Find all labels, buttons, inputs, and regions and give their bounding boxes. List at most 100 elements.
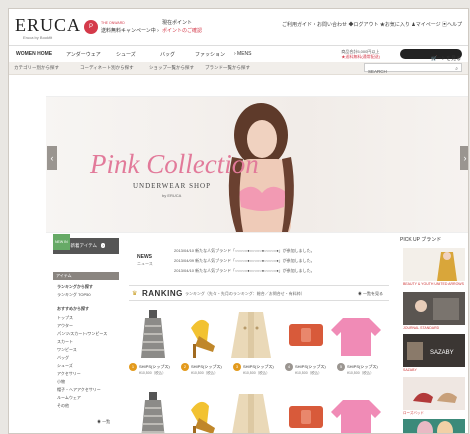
- sidebar-cat-item[interactable]: ルームウェア: [57, 395, 81, 401]
- product-image-sandal[interactable]: [191, 401, 215, 434]
- sidebar-cat-item[interactable]: バッグ: [57, 355, 69, 361]
- ranking-title: RANKING: [142, 289, 183, 298]
- sidebar-cat-header: おすすめから探す: [57, 306, 89, 311]
- utility-links[interactable]: ご利用ガイド・お問い合わせ ◆ログアウト ★お気に入り ♟マイページ ▣ヘルプ: [282, 21, 462, 28]
- subnav-category[interactable]: カテゴリー別から探す: [14, 65, 59, 71]
- sidebar-cat-item[interactable]: 小物: [57, 379, 65, 385]
- brand-caption[interactable]: BEAUTY & YOUTH UNITED ARROWS: [403, 282, 464, 286]
- product-image-sweater[interactable]: [331, 318, 381, 356]
- sidebar-section-item: アイテム: [53, 272, 119, 280]
- product-image-coat[interactable]: [231, 312, 271, 358]
- campaign-banner[interactable]: P THE ONWARD 送料無料キャンペーン中 ›: [84, 20, 159, 34]
- product-image-coat[interactable]: [231, 394, 271, 434]
- hero-banner[interactable]: Pink Collection UNDERWEAR SHOP by ERUCA: [46, 96, 468, 233]
- product-price: ¥10,500（税込）: [347, 371, 374, 375]
- ranking-more-link[interactable]: ◉ 一覧を見る: [358, 291, 383, 297]
- pickup-brands: PICK UP ブランド BEAUTY & YOUTH UNITED ARROW…: [396, 236, 468, 433]
- sidebar-cat-item[interactable]: パンツ/スカート/ワンピース: [57, 331, 107, 337]
- product-price: ¥10,500（税込）: [139, 371, 166, 375]
- site-header: ERUCA Eruca by Bookfit P THE ONWARD 送料無料…: [9, 9, 468, 45]
- news-sublabel: ニュース: [137, 261, 153, 266]
- ranking-product-images: [141, 310, 381, 358]
- product-price: ¥10,500（税込）: [243, 371, 270, 375]
- news-row[interactable]: 2013/04/09 新たな人気ブランド「○○○○○●○○○○○●○○○○○●」…: [174, 258, 315, 264]
- product-name[interactable]: SHIPS(シップス): [347, 364, 378, 370]
- sidebar-cat-item[interactable]: シューズ: [57, 363, 73, 369]
- news-row[interactable]: 2013/04/10 新たな人気ブランド「○○○○○●○○○○○●○○○○○●」…: [174, 268, 315, 274]
- nav-mens[interactable]: › MENS: [234, 51, 252, 57]
- main-content: NEWS ニュース 2013/04/10 新たな人気ブランド「○○○○○●○○○…: [129, 236, 389, 434]
- subnav-coordinate[interactable]: コーディネート別から探す: [80, 65, 134, 71]
- nav-fashion[interactable]: ファッション: [195, 51, 225, 58]
- brand-banner-image[interactable]: [403, 377, 465, 410]
- nav-bags[interactable]: バッグ: [160, 51, 175, 58]
- campaign-badge: P: [84, 20, 98, 34]
- product-image-wallet[interactable]: [289, 324, 323, 346]
- left-sidebar: NEW IN 本日の新着アイテム › アイテム ランキングから探す ランキング …: [53, 234, 119, 433]
- subnav-brands[interactable]: ブランド一覧から探す: [205, 65, 250, 71]
- brand-caption[interactable]: JOURNAL STANDARD: [403, 326, 439, 330]
- brand-banner-image[interactable]: SAZABY: [403, 334, 465, 367]
- sidebar-cat-item[interactable]: アクセサリー: [57, 371, 81, 377]
- sidebar-cat-item[interactable]: トップス: [57, 315, 73, 321]
- new-items-button[interactable]: NEW IN 本日の新着アイテム ›: [53, 234, 119, 254]
- crown-icon: ♛: [132, 291, 138, 297]
- sidebar-cat-item[interactable]: アウター: [57, 323, 73, 329]
- hero-prev-arrow[interactable]: ‹: [47, 146, 57, 170]
- brand-banner-image[interactable]: [403, 292, 465, 325]
- sidebar-ranking-link[interactable]: ランキングから探す: [57, 284, 93, 290]
- cart-button[interactable]: 🛒 カートを見る: [400, 49, 462, 62]
- ranking-subtitle: ランキング（先々・先月のランキング：総合／お問合せ・有料枠）: [185, 291, 305, 296]
- member-points-link[interactable]: ポイントのご確認: [162, 27, 202, 34]
- member-points-label: 現在ポイント: [162, 20, 193, 26]
- product-name[interactable]: SHIPS(シップス): [243, 364, 274, 370]
- subnav-shops[interactable]: ショップ一覧から探す: [149, 65, 194, 71]
- hero-next-arrow[interactable]: ›: [460, 146, 468, 170]
- product-image-wallet[interactable]: [289, 406, 323, 428]
- product-image-sweater[interactable]: [331, 400, 381, 434]
- brand-banner-logo: SAZABY: [430, 350, 454, 356]
- campaign-text: 送料無料キャンペーン中 ›: [101, 28, 159, 34]
- hero-title: Pink Collection: [90, 149, 259, 179]
- product-name[interactable]: SHIPS(シップス): [295, 364, 326, 370]
- product-image-dress[interactable]: [141, 392, 165, 434]
- sidebar-cat-item[interactable]: スカート: [57, 339, 73, 345]
- hero-subtitle: UNDERWEAR SHOP: [133, 182, 211, 190]
- sidebar-cat-item[interactable]: その他: [57, 403, 69, 409]
- browser-page: ERUCA Eruca by Bookfit P THE ONWARD 送料無料…: [8, 8, 469, 434]
- new-tag: NEW IN: [53, 234, 70, 250]
- hero-brand: by ERUCA: [162, 193, 182, 198]
- sub-nav: カテゴリー別から探す コーディネート別から探す ショップ一覧から探す ブランド一…: [9, 62, 468, 75]
- nav-shoes[interactable]: シューズ: [116, 51, 136, 58]
- brand-caption[interactable]: ローズバッド: [403, 411, 424, 416]
- rank-badge: 1: [129, 363, 137, 371]
- rank-badge: 3: [233, 363, 241, 371]
- search-placeholder: SEARCH: [368, 69, 387, 74]
- search-icon[interactable]: ⌕: [455, 65, 458, 74]
- ranking-product-images-row2: [141, 392, 381, 434]
- rank-badge: 2: [181, 363, 189, 371]
- pickup-title: PICK UP ブランド: [400, 237, 442, 243]
- chevron-right-icon: ›: [101, 243, 105, 248]
- ranking-header: ♛ RANKING ランキング（先々・先月のランキング：総合／お問合せ・有料枠）…: [129, 285, 389, 301]
- nav-women-home[interactable]: WOMEN HOME: [16, 51, 52, 57]
- sidebar-cat-item[interactable]: 帽子・ヘアアクセサリー: [57, 387, 101, 393]
- product-price: ¥10,500（税込）: [191, 371, 218, 375]
- shipping-notice: 商品合計5,000円以上 ★送料無料(通常配送): [341, 49, 380, 59]
- site-logo[interactable]: ERUCA: [15, 15, 81, 36]
- nav-underwear[interactable]: アンダーウェア: [66, 51, 101, 58]
- product-image-sandal[interactable]: [191, 319, 215, 358]
- search-input[interactable]: SEARCH ⌕: [364, 63, 462, 74]
- sidebar-ranking-top50[interactable]: ランキング TOP50: [57, 292, 91, 298]
- campaign-line1: THE ONWARD: [101, 21, 125, 25]
- product-image-dress[interactable]: [141, 310, 165, 358]
- brand-banner-image[interactable]: [403, 248, 465, 281]
- sidebar-more-link[interactable]: ◉ 一覧: [97, 419, 110, 425]
- brand-caption[interactable]: SAZABY: [403, 368, 417, 372]
- product-name[interactable]: SHIPS(シップス): [139, 364, 170, 370]
- main-nav: WOMEN HOME アンダーウェア シューズ バッグ ファッション › MEN…: [9, 45, 468, 63]
- rank-badge: 4: [285, 363, 293, 371]
- product-name[interactable]: SHIPS(シップス): [191, 364, 222, 370]
- news-row[interactable]: 2013/04/10 新たな人気ブランド「○○○○○●○○○○○●○○○○○●」…: [174, 248, 315, 254]
- sidebar-cat-item[interactable]: ワンピース: [57, 347, 77, 353]
